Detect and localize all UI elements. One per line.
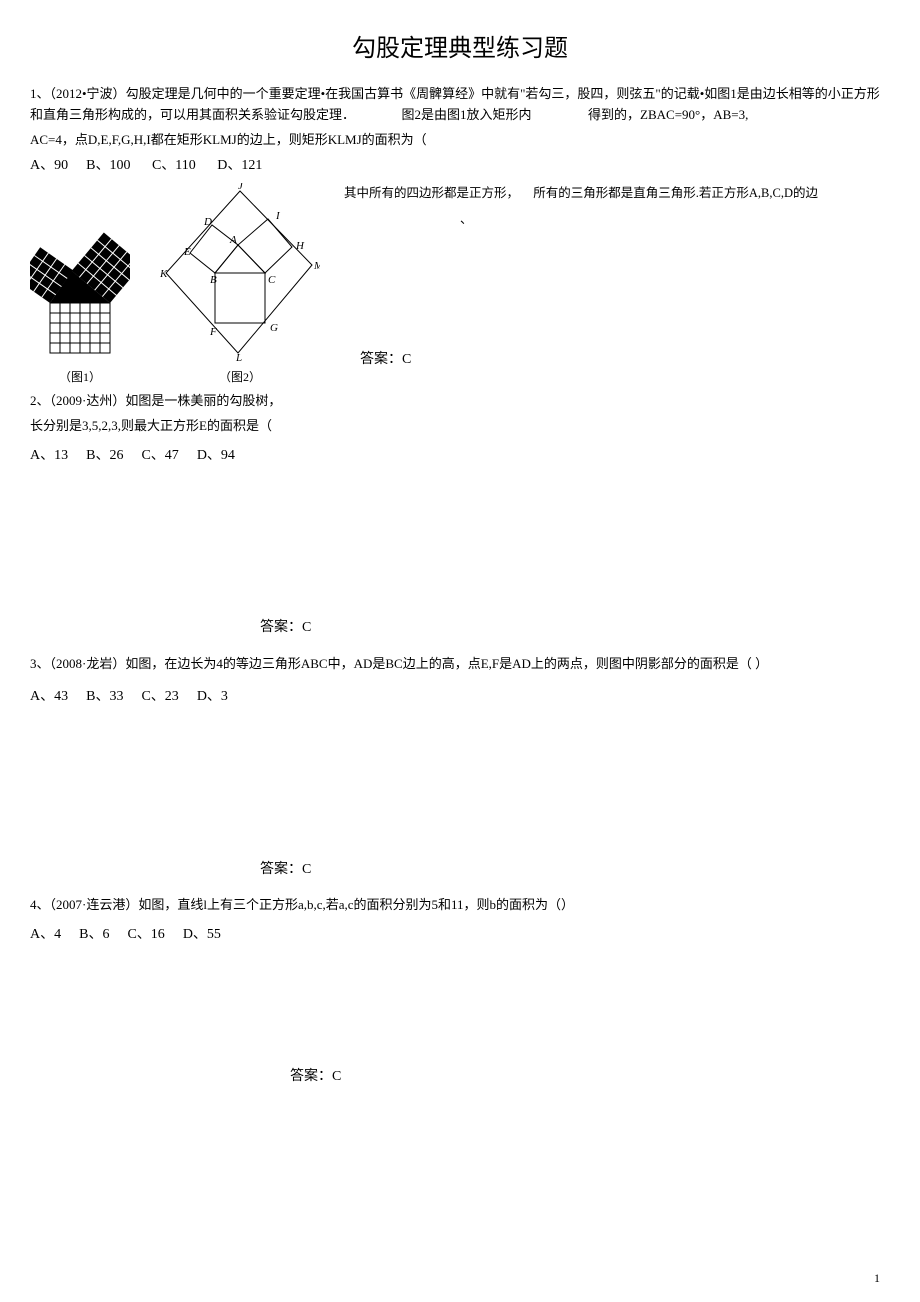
q3-opt-a: A、43: [30, 689, 68, 704]
q1-opt-a: A、90: [30, 158, 68, 173]
q1-options: A、90 B、100 C、110 D、121: [30, 155, 890, 177]
svg-text:A: A: [229, 234, 237, 246]
q2-opt-b: B、26: [86, 448, 123, 463]
svg-text:M: M: [313, 260, 320, 272]
svg-text:I: I: [275, 210, 281, 222]
q3-stem: 3、（2008·龙岩）如图，在边长为4的等边三角形ABC中，AD是BC边上的高，…: [30, 654, 890, 675]
figure-2-icon: J I D A H E B C K M F G L: [160, 183, 320, 363]
q4-opt-c: C、16: [127, 927, 164, 942]
q3-opt-b: B、33: [86, 689, 123, 704]
q1-inline-2: 、: [460, 209, 890, 229]
q2-opt-c: C、47: [141, 448, 178, 463]
q2-number: 2、（2009·达州）: [30, 393, 125, 408]
q3-opt-d: D、3: [197, 689, 228, 704]
q1-stem: 1、（2012•宁波）勾股定理是几何中的一个重要定理•在我国古算书《周髀算经》中…: [30, 84, 890, 126]
q1-text-c: 得到的，ZBAC=90°，AB=3,: [588, 107, 748, 122]
svg-text:K: K: [160, 268, 168, 280]
svg-text:L: L: [235, 352, 242, 363]
q2-answer: 答案：C: [260, 617, 890, 639]
q2-stem-2: 长分别是3,5,2,3,则最大正方形E的面积是（: [30, 416, 890, 437]
q1-opt-c: C、110: [152, 158, 196, 173]
q2-options: A、13 B、26 C、47 D、94: [30, 445, 890, 467]
svg-text:B: B: [210, 274, 217, 286]
q3-text: 如图，在边长为4的等边三角形ABC中，AD是BC边上的高，点E,F是AD上的两点…: [125, 656, 768, 671]
q2-opt-a: A、13: [30, 448, 68, 463]
q2-opt-d: D、94: [197, 448, 235, 463]
q1-inline-right: 所有的三角形都是直角三角形.若正方形A,B,C,D的边: [533, 186, 818, 200]
q2-text-a: 如图是一株美丽的勾股树，: [125, 393, 281, 408]
q1-text-b: 图2是由图1放入矩形内: [402, 107, 532, 122]
svg-text:G: G: [270, 322, 278, 334]
q4-answer: 答案：C: [290, 1066, 890, 1088]
q1-number: 1、（2012•宁波）: [30, 86, 126, 101]
q4-options: A、4 B、6 C、16 D、55: [30, 924, 890, 946]
q2-stem-1: 2、（2009·达州）如图是一株美丽的勾股树，: [30, 391, 890, 412]
q4-opt-d: D、55: [183, 927, 221, 942]
q4-number: 4、（2007·连云港）: [30, 897, 138, 912]
q4-text: 如图，直线l上有三个正方形a,b,c,若a,c的面积分别为5和11，则b的面积为…: [138, 897, 574, 912]
svg-text:D: D: [203, 216, 212, 228]
figure-1-icon: [30, 203, 130, 363]
q4-opt-b: B、6: [79, 927, 109, 942]
svg-text:F: F: [209, 326, 217, 338]
svg-text:C: C: [268, 274, 276, 286]
figure-2-label: （图2）: [160, 368, 320, 387]
q1-opt-d: D、121: [217, 158, 262, 173]
q4-stem: 4、（2007·连云港）如图，直线l上有三个正方形a,b,c,若a,c的面积分别…: [30, 895, 890, 916]
svg-text:E: E: [183, 246, 191, 258]
q4-opt-a: A、4: [30, 927, 61, 942]
q3-opt-c: C、23: [141, 689, 178, 704]
q3-answer: 答案：C: [260, 859, 890, 881]
page-number: 1: [874, 1269, 880, 1288]
q1-answer: 答案：C: [360, 349, 890, 371]
figure-1-label: （图1）: [30, 368, 130, 387]
q1-stem-2: AC=4，点D,E,F,G,H,I都在矩形KLMJ的边上，则矩形KLMJ的面积为…: [30, 130, 890, 151]
q1-opt-b: B、100: [86, 158, 130, 173]
page-title: 勾股定理典型练习题: [30, 30, 890, 68]
svg-text:H: H: [295, 240, 305, 252]
figure-container: （图1） J I D: [30, 183, 320, 387]
q3-number: 3、（2008·龙岩）: [30, 656, 125, 671]
q3-options: A、43 B、33 C、23 D、3: [30, 686, 890, 708]
svg-text:J: J: [238, 183, 244, 192]
q1-inline-left: 其中所有的四边形都是正方形，: [344, 186, 519, 200]
